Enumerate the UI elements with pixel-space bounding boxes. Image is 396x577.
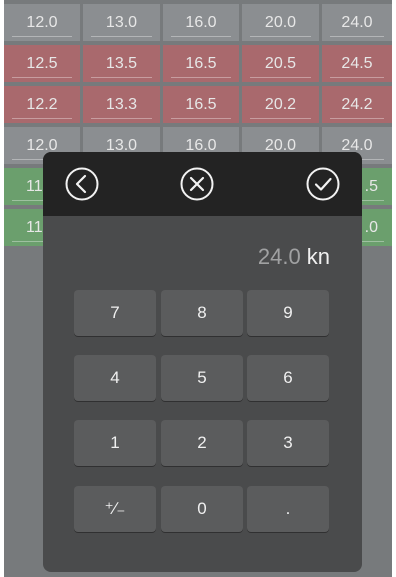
key-decimal[interactable]: . [247,486,329,532]
unit-label: kn [306,244,330,269]
confirm-button[interactable] [306,167,340,201]
dialog-header [43,152,362,216]
grid-cell[interactable]: 20.5 [242,45,319,82]
grid-cell[interactable]: 24.5 [322,45,392,82]
check-circle-icon [306,167,340,201]
grid-cell[interactable]: 12.0 [4,4,80,41]
grid-cell[interactable]: 13.3 [83,86,160,123]
grid-cell[interactable]: 13.0 [83,4,160,41]
table-row: 12.2 13.3 16.5 20.2 24.2 [4,86,392,123]
cancel-button[interactable] [180,167,214,201]
grid-cell[interactable]: 16.5 [163,86,239,123]
entered-value: 24.0 [257,244,301,269]
grid-cell[interactable]: 12.2 [4,86,80,123]
table-row: 12.5 13.5 16.5 20.5 24.5 [4,45,392,82]
grid-cell[interactable]: 20.0 [242,4,319,41]
chevron-left-circle-icon [65,167,99,201]
grid-cell[interactable]: 24.2 [322,86,392,123]
key-6[interactable]: 6 [247,355,329,401]
key-5[interactable]: 5 [161,355,243,401]
key-7[interactable]: 7 [74,290,156,336]
grid-cell[interactable]: 12.5 [4,45,80,82]
x-circle-icon [180,167,214,201]
key-8[interactable]: 8 [161,290,243,336]
key-4[interactable]: 4 [74,355,156,401]
back-button[interactable] [65,167,99,201]
value-display: 24.0 kn [258,244,330,270]
table-row: 12.0 13.0 16.0 20.0 24.0 [4,4,392,41]
key-3[interactable]: 3 [247,420,329,466]
key-9[interactable]: 9 [247,290,329,336]
key-2[interactable]: 2 [161,420,243,466]
grid-cell[interactable]: 24.0 [322,4,392,41]
grid-cell[interactable]: 13.5 [83,45,160,82]
key-1[interactable]: 1 [74,420,156,466]
grid-cell[interactable]: 16.5 [163,45,239,82]
numeric-input-dialog: 24.0 kn 7 8 9 4 5 6 1 2 3 ⁺∕₋ 0 . [43,152,362,572]
key-plus-minus[interactable]: ⁺∕₋ [74,486,156,532]
grid-cell[interactable]: 16.0 [163,4,239,41]
key-0[interactable]: 0 [161,486,243,532]
grid-cell[interactable]: 20.2 [242,86,319,123]
